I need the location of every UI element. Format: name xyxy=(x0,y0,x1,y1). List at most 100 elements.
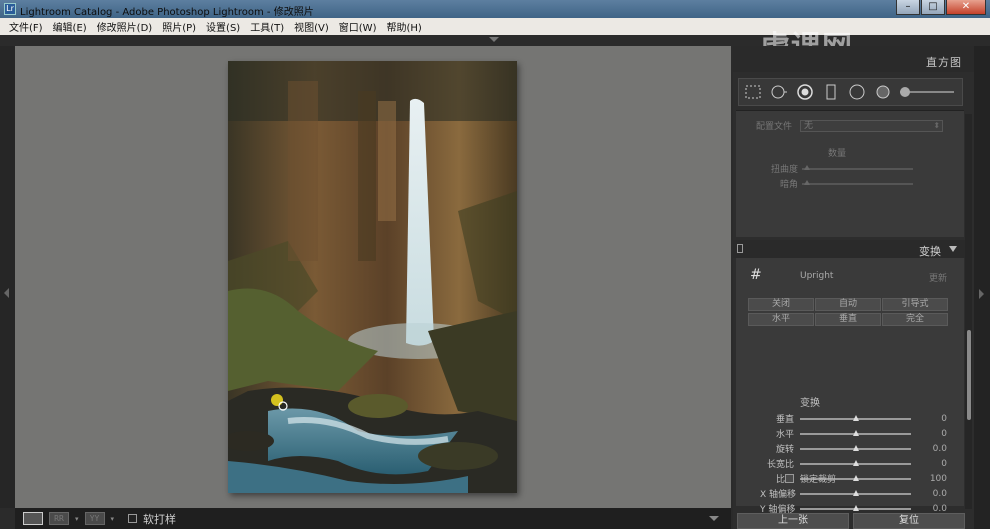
collapse-triangle-icon[interactable] xyxy=(949,246,957,252)
upright-off-button[interactable]: 关闭 xyxy=(748,298,814,311)
horizontal-slider-row: 水平 0 xyxy=(760,427,947,441)
menu-edit[interactable]: 编辑(E) xyxy=(48,19,92,34)
adjustment-brush-icon[interactable] xyxy=(874,83,892,101)
compare-view-icon[interactable]: YY xyxy=(84,512,105,525)
slider-thumb[interactable] xyxy=(853,489,859,496)
reset-button[interactable]: 复位 xyxy=(853,513,965,529)
brush-size-slider[interactable] xyxy=(900,87,954,97)
rotate-slider[interactable] xyxy=(800,444,911,451)
vertical-slider[interactable] xyxy=(800,414,911,421)
expand-right-icon xyxy=(979,289,984,299)
soft-proof-label: 软打样 xyxy=(143,512,177,526)
spot-removal-icon[interactable] xyxy=(770,83,788,101)
waterfall-photo[interactable] xyxy=(228,61,517,493)
previous-button[interactable]: 上一张 xyxy=(737,513,849,529)
rotate-label: 旋转 xyxy=(775,445,794,455)
toolbar-menu-icon[interactable] xyxy=(709,516,719,521)
horizontal-value[interactable]: 0 xyxy=(911,429,947,439)
histogram-title: 直方图 xyxy=(926,56,962,69)
loupe-view-icon[interactable] xyxy=(23,512,43,525)
menu-file[interactable]: 文件(F) xyxy=(4,19,48,34)
scale-value[interactable]: 100 xyxy=(911,474,947,484)
aspect-slider[interactable] xyxy=(800,459,911,466)
panel-scrollbar[interactable] xyxy=(965,114,972,509)
slider-thumb[interactable] xyxy=(853,474,859,481)
profile-label: 配置文件 xyxy=(756,122,793,132)
title-bar: Lr Lightroom Catalog - Adobe Photoshop L… xyxy=(0,0,990,18)
radial-filter-icon[interactable] xyxy=(848,83,866,101)
menu-develop[interactable]: 修改照片(D) xyxy=(92,19,158,34)
update-button[interactable]: 更新 xyxy=(929,271,947,284)
histogram-header[interactable]: 直方图 xyxy=(733,46,990,72)
vignette-slider-row: 暗角 xyxy=(764,177,913,190)
collapse-down-icon xyxy=(489,37,499,42)
crop-grid-icon[interactable] xyxy=(744,83,762,101)
panel-toggle-switch[interactable] xyxy=(737,244,743,253)
aspect-label: 长宽比 xyxy=(766,460,794,470)
slider-thumb[interactable] xyxy=(853,429,859,436)
rotate-slider-row: 旋转 0.0 xyxy=(760,442,947,456)
chevron-down-icon[interactable]: ▾ xyxy=(111,515,115,523)
rotate-value[interactable]: 0.0 xyxy=(911,444,947,454)
menu-settings[interactable]: 设置(S) xyxy=(201,19,245,34)
vertical-value[interactable]: 0 xyxy=(911,414,947,424)
slider-thumb[interactable] xyxy=(804,179,810,185)
menu-view[interactable]: 视图(V) xyxy=(289,19,334,34)
maximize-button[interactable]: □ xyxy=(921,0,945,15)
profile-row: 配置文件 无 xyxy=(756,119,944,132)
upright-auto-button[interactable]: 自动 xyxy=(815,298,881,311)
before-after-view-icon[interactable]: RR xyxy=(49,512,69,525)
left-panel-toggle[interactable] xyxy=(0,46,15,508)
distortion-slider-row: 扭曲度 xyxy=(764,162,913,175)
graduated-filter-icon[interactable] xyxy=(822,83,840,101)
upright-label: Upright xyxy=(800,271,834,281)
lightroom-app-icon: Lr xyxy=(4,3,16,15)
top-panel-toggle[interactable] xyxy=(0,35,733,46)
window-title: Lightroom Catalog - Adobe Photoshop Ligh… xyxy=(20,7,314,18)
vertical-label: 垂直 xyxy=(775,415,794,425)
menu-tools[interactable]: 工具(T) xyxy=(245,19,289,34)
close-button[interactable]: ✕ xyxy=(946,0,986,15)
horizontal-slider[interactable] xyxy=(800,429,911,436)
transform-section: # Upright 更新 关闭 自动 引导式 水平 垂直 完全 变换 垂直 0 … xyxy=(736,258,964,515)
profile-select[interactable]: 无 xyxy=(800,119,944,132)
upright-vertical-button[interactable]: 垂直 xyxy=(815,313,881,326)
transform-title: 变换 xyxy=(919,245,941,258)
y-offset-value[interactable]: 0.0 xyxy=(911,504,947,514)
transform-header[interactable]: 变换 xyxy=(733,240,965,258)
slider-thumb[interactable] xyxy=(853,504,859,511)
slider-thumb[interactable] xyxy=(853,444,859,451)
horizontal-label: 水平 xyxy=(775,430,794,440)
red-eye-icon[interactable] xyxy=(796,83,814,101)
menu-photo[interactable]: 照片(P) xyxy=(157,19,201,34)
right-panel-toggle[interactable] xyxy=(974,46,990,529)
minimize-button[interactable]: – xyxy=(896,0,920,15)
guided-upright-icon[interactable]: # xyxy=(750,267,762,283)
right-panel: 直方图 配置文件 无 数量 扭曲度 暗 xyxy=(733,46,990,529)
aspect-value[interactable]: 0 xyxy=(911,459,947,469)
waterfall-image xyxy=(228,61,517,493)
slider-thumb[interactable] xyxy=(804,164,810,170)
slider-thumb[interactable] xyxy=(853,414,859,421)
x-offset-value[interactable]: 0.0 xyxy=(911,489,947,499)
soft-proof-checkbox[interactable] xyxy=(128,514,138,523)
lock-crop-label: 锁定裁剪 xyxy=(800,475,837,485)
slider-thumb[interactable] xyxy=(853,459,859,466)
menu-help[interactable]: 帮助(H) xyxy=(381,19,426,34)
upright-full-button[interactable]: 完全 xyxy=(882,313,948,326)
y-offset-slider[interactable] xyxy=(800,504,911,511)
chevron-down-icon[interactable]: ▾ xyxy=(75,515,79,523)
x-offset-slider-row: X 轴偏移 0.0 xyxy=(760,487,947,501)
upright-level-button[interactable]: 水平 xyxy=(748,313,814,326)
lock-crop-checkbox[interactable] xyxy=(785,474,794,483)
panel-scrollbar-thumb[interactable] xyxy=(967,330,971,420)
window-controls: – □ ✕ xyxy=(896,0,986,16)
x-offset-slider[interactable] xyxy=(800,489,911,496)
panel-nav-buttons: 上一张 复位 xyxy=(733,513,974,529)
tool-strip xyxy=(738,78,963,106)
upright-guided-button[interactable]: 引导式 xyxy=(882,298,948,311)
vignette-slider[interactable] xyxy=(802,179,913,185)
photo-canvas xyxy=(15,46,731,508)
menu-window[interactable]: 窗口(W) xyxy=(334,19,382,34)
distortion-slider[interactable] xyxy=(802,164,913,170)
